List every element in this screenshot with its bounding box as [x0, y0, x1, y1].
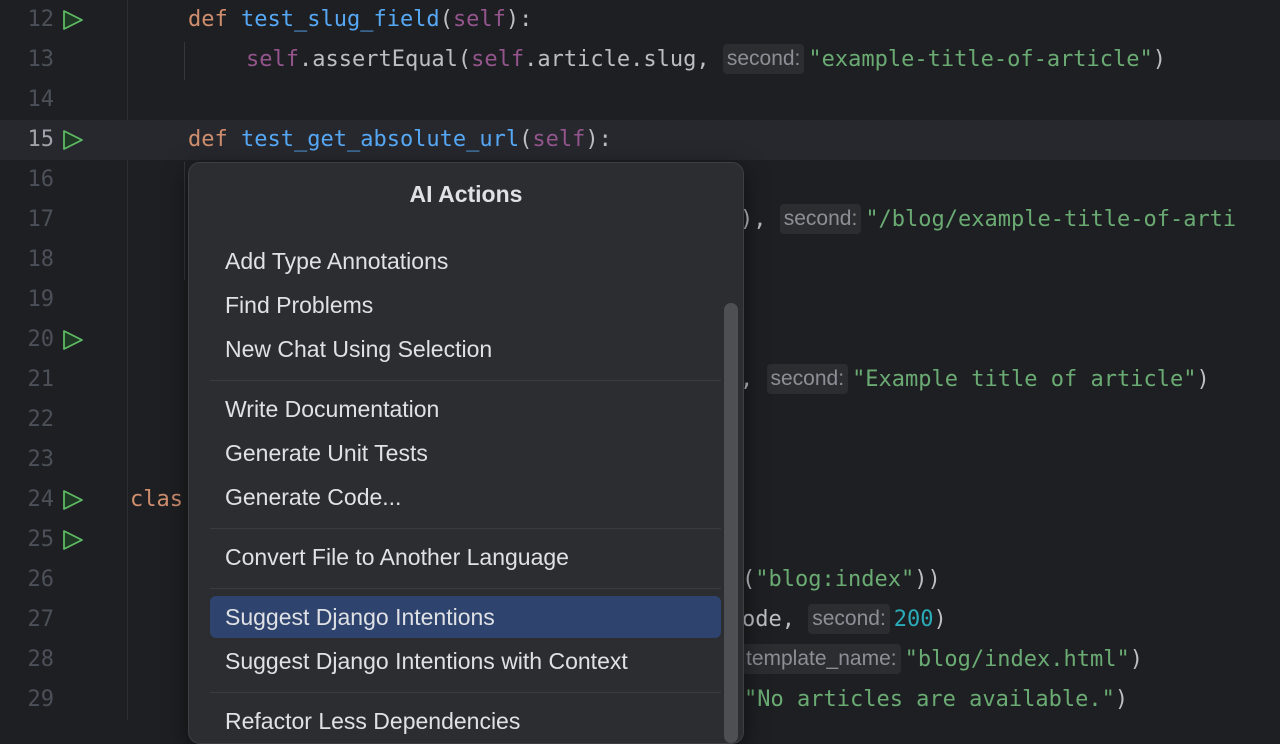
line-number: 19 [27, 287, 55, 312]
line-number: 16 [27, 167, 55, 192]
parameter-hint: second: [779, 204, 862, 234]
string-literal: "No articles are available." [744, 687, 1115, 712]
line-number: 12 [27, 7, 55, 32]
line-number: 28 [27, 647, 55, 672]
parameter-hint: second: [722, 44, 805, 74]
line-number: 18 [27, 247, 55, 272]
ai-actions-popup: AI Actions Add Type Annotations Find Prob… [188, 162, 744, 744]
menu-item[interactable]: Find Problems [210, 284, 721, 326]
code-line-29[interactable]: "No articles are available.") [744, 680, 1128, 720]
number-literal: 200 [893, 607, 934, 632]
code-line-17[interactable]: ), second: "/blog/example-title-of-arti [740, 200, 1236, 240]
paren: ) [933, 607, 947, 632]
menu-item[interactable]: New Chat Using Selection [210, 328, 721, 370]
menu-item[interactable]: Suggest Django Intentions [210, 596, 721, 638]
line-number: 24 [27, 487, 55, 512]
string-literal: "blog/index.html" [904, 647, 1130, 672]
menu-separator [210, 380, 721, 381]
popup-title: AI Actions [409, 181, 523, 207]
menu-separator [210, 528, 721, 529]
line-number: 29 [27, 687, 55, 712]
parameter-hint: template_name: [742, 644, 901, 674]
line-number: 20 [27, 327, 55, 352]
parameter-hint: second: [766, 364, 849, 394]
line-number: 21 [27, 367, 55, 392]
line-number: 15 [27, 127, 55, 152]
menu-item[interactable]: Generate Code... [210, 476, 721, 518]
paren: )) [914, 567, 941, 592]
menu-item[interactable]: Suggest Django Intentions with Context [210, 640, 721, 682]
menu-separator [210, 588, 721, 589]
paren: ( [439, 7, 453, 32]
code-line-12[interactable]: def test_slug_field(self): [188, 0, 532, 40]
run-test-icon[interactable] [62, 329, 84, 351]
function-name: test_get_absolute_url [241, 127, 520, 152]
code-line-28[interactable]: template_name: "blog/index.html") [742, 640, 1143, 680]
self-param: self [532, 127, 586, 152]
paren: ) [1129, 647, 1144, 672]
line-number: 27 [27, 607, 55, 632]
keyword: def [188, 127, 228, 152]
menu-separator [210, 692, 721, 693]
keyword: clas [130, 487, 183, 512]
code-line-21[interactable]: , second: "Example title of article") [740, 360, 1210, 400]
menu-item[interactable]: Add Type Annotations [210, 240, 721, 282]
line-number: 26 [27, 567, 55, 592]
menu-item[interactable]: Refactor Less Dependencies [210, 700, 721, 742]
function-name: test_slug_field [241, 7, 440, 32]
keyword: def [188, 7, 228, 32]
string-literal: "/blog/example-title-of-arti [865, 207, 1237, 232]
self-ref: self [471, 47, 525, 72]
run-test-icon[interactable] [62, 129, 84, 151]
run-test-icon[interactable] [62, 529, 84, 551]
menu-item[interactable]: Convert File to Another Language [210, 536, 721, 578]
editor-line[interactable]: 14 [0, 80, 1280, 120]
line-number: 25 [27, 527, 55, 552]
paren: ) [1152, 47, 1167, 72]
run-test-icon[interactable] [62, 489, 84, 511]
paren: ) [1114, 687, 1129, 712]
paren: ) [1196, 367, 1210, 392]
run-test-icon[interactable] [62, 9, 84, 31]
code-text: ), [740, 207, 780, 232]
menu-item[interactable]: Generate Unit Tests [210, 432, 721, 474]
indent-guide [184, 42, 185, 80]
string-literal: "blog:index" [755, 567, 915, 592]
self-param: self [452, 7, 506, 32]
parameter-hint: second: [808, 604, 890, 634]
code-line-24[interactable]: clas [130, 480, 183, 520]
string-literal: "Example title of article" [852, 367, 1197, 392]
code-line-27[interactable]: ode, second: 200) [742, 600, 947, 640]
line-number: 14 [27, 87, 55, 112]
code-line-26[interactable]: ("blog:index")) [742, 560, 941, 600]
code-line-13[interactable]: self.assertEqual(self.article.slug, seco… [246, 40, 1166, 80]
line-number: 13 [27, 47, 55, 72]
paren: ( [519, 127, 533, 152]
line-number: 22 [27, 407, 55, 432]
line-number: 23 [27, 447, 55, 472]
string-literal: "example-title-of-article" [808, 47, 1153, 72]
line-number: 17 [27, 207, 55, 232]
paren: ): [505, 7, 533, 32]
code-line-15[interactable]: def test_get_absolute_url(self): [188, 120, 612, 160]
code-text: .assertEqual( [298, 47, 472, 72]
paren: ): [585, 127, 612, 152]
indent-guide [184, 162, 185, 280]
self-ref: self [246, 47, 299, 72]
code-text: ode, [742, 607, 809, 632]
menu-item[interactable]: Write Documentation [210, 388, 721, 430]
popup-scrollbar[interactable] [724, 303, 738, 743]
code-text: .article.slug, [524, 47, 723, 72]
